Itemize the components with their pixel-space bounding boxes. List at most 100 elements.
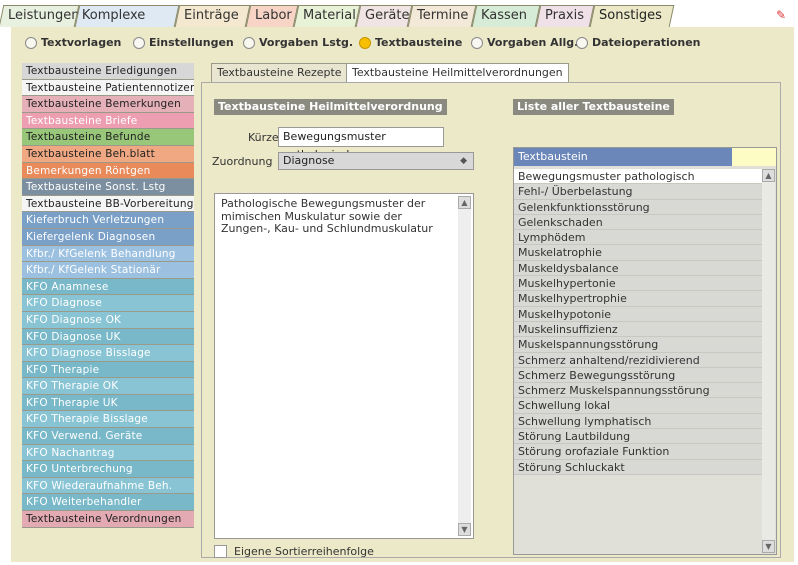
category-item[interactable]: KFO Therapie UK [22,394,194,412]
tab-termine[interactable]: Termine [407,5,477,27]
scroll-up-icon[interactable]: ▲ [458,196,471,209]
radio-bar: Textvorlagen Einstellungen Vorgaben Lstg. T… [11,27,794,59]
content-panel: Textbausteine Heilmittelverordnung Kürze… [201,82,781,558]
textbaustein-item[interactable]: Muskelinsuffizienz [514,321,762,338]
textbaustein-item[interactable]: Muskelhypotonie [514,306,762,322]
tab-komplexe-poa[interactable]: Komplexe POA [74,5,180,43]
radio-vorgaben-allg-[interactable]: Vorgaben Allg. [471,35,578,51]
tab-einträge[interactable]: Einträge [174,5,251,27]
list-section-title: Liste aller Textbausteine [513,99,674,115]
list-filter-input[interactable] [732,148,776,166]
scroll-down-icon[interactable]: ▼ [458,523,471,536]
radio-label: Textbausteine [375,36,463,49]
textbaustein-item[interactable]: Störung orofaziale Funktion [514,444,762,460]
textbaustein-item[interactable]: Lymphödem [514,230,762,246]
scroll-down-icon[interactable]: ▼ [762,540,775,553]
tab-praxis[interactable]: Praxis [535,5,595,27]
category-item[interactable]: Textbausteine Befunde [22,129,194,146]
category-item[interactable]: Kieferbruch Verletzungen [22,212,194,229]
category-item[interactable]: KFO Therapie OK [22,378,194,395]
tab-material[interactable]: Material [293,5,361,27]
text-body-area[interactable]: Pathologische Bewegungsmuster der mimisc… [214,193,474,539]
kuerzel-input[interactable]: Bewegungsmuster pathologisch [278,127,444,161]
category-item[interactable]: KFO Nachantrag [22,444,194,462]
category-item[interactable]: Textbausteine Bemerkungen [22,96,194,113]
category-item[interactable]: Kiefergelenk Diagnosen [22,228,194,246]
help-icon[interactable]: ✎? [776,6,796,41]
category-item[interactable]: KFO Diagnose UK [22,328,194,346]
textbaustein-item[interactable]: Schwellung lymphatisch [514,413,762,430]
category-item[interactable]: KFO Therapie [22,361,194,379]
key-icon: ✎ [776,8,787,22]
subtab-rezepte[interactable]: Textbausteine Rezepte [211,63,348,83]
textbaustein-list: Textbaustein Bewegungsmuster pathologisc… [513,147,777,555]
category-item[interactable]: Bemerkungen Röntgen [22,162,194,180]
tab-kassen[interactable]: Kassen [471,5,541,27]
category-item[interactable]: Textbausteine Beh.blatt [22,145,194,163]
custom-sort-label: Eigene Sortierreihenfolge [234,545,374,558]
radio-dot-icon [243,37,255,49]
category-item[interactable]: KFO Wiederaufnahme Beh. [22,477,194,495]
radio-dateioperationen[interactable]: Dateioperationen [576,35,701,51]
textbaustein-item[interactable]: Muskelhypertrophie [514,291,762,307]
chevron-updown-icon: ◆ [460,156,467,166]
tab-label: Termine [417,8,469,23]
category-item[interactable]: Textbausteine Patientennotizen [22,79,194,97]
textbaustein-item[interactable]: Störung Schluckakt [514,459,762,475]
radio-label: Textvorlagen [41,36,122,49]
tab-labor[interactable]: Labor [245,5,299,27]
custom-sort-checkbox[interactable] [214,545,227,558]
category-item[interactable]: KFO Diagnose Bisslage [22,345,194,362]
scroll-up-icon[interactable]: ▲ [762,169,775,182]
radio-vorgaben-lstg-[interactable]: Vorgaben Lstg. [243,35,353,51]
textbaustein-item[interactable]: Muskeldysbalance [514,260,762,277]
textbaustein-item[interactable]: Muskelhypertonie [514,276,762,292]
category-item[interactable]: Textbausteine Briefe [22,112,194,130]
category-item[interactable]: Kfbr./ KfGelenk Stationär [22,262,194,279]
editor-section-title: Textbausteine Heilmittelverordnung [214,99,447,115]
tab-sonstiges[interactable]: Sonstiges [589,5,675,27]
category-item[interactable]: KFO Verwend. Geräte [22,428,194,445]
textbaustein-item[interactable]: Muskelatrophie [514,245,762,261]
zuordnung-select[interactable]: Diagnose ◆ [278,152,474,170]
textbaustein-item[interactable]: Gelenkfunktionsstörung [514,199,762,215]
textbaustein-item[interactable]: Schmerz anhaltend/rezidivierend [514,352,762,368]
tab-leistungen[interactable]: Leistungen [0,5,79,27]
textbaustein-item[interactable]: Schwellung lokal [514,398,762,414]
list-items: Bewegungsmuster pathologisch Fehl-/ Überb… [514,169,762,475]
radio-dot-icon [471,37,483,49]
text-scrollbar[interactable]: ▲ ▼ [458,196,471,536]
textbaustein-item[interactable]: Schmerz Bewegungsstörung [514,367,762,384]
textbaustein-item[interactable]: Gelenkschaden [514,214,762,231]
radio-textbausteine[interactable]: Textbausteine [359,35,462,51]
category-item[interactable]: Textbausteine BB-Vorbereitung [22,195,194,213]
category-item[interactable]: KFO Unterbrechung [22,461,194,478]
category-item[interactable]: Textbausteine Verordnungen [22,511,194,528]
category-item[interactable]: Textbausteine Sonst. Lstg [22,179,194,196]
tab-label: Sonstiges [599,8,662,23]
category-item[interactable]: KFO Diagnose [22,295,194,312]
radio-label: Einstellungen [149,36,234,49]
tab-label: Material [303,8,356,23]
textbaustein-item[interactable]: Bewegungsmuster pathologisch [514,169,762,185]
radio-einstellungen[interactable]: Einstellungen [133,35,234,51]
category-item[interactable]: KFO Therapie Bisslage [22,411,194,429]
tab-geräte[interactable]: Geräte [355,5,413,27]
category-item[interactable]: Textbausteine Erledigungen [22,63,194,80]
category-item[interactable]: KFO Anamnese [22,278,194,296]
main-frame: Textvorlagen Einstellungen Vorgaben Lstg. T… [11,27,794,562]
zuordnung-label: Zuordnung [212,155,273,168]
top-tab-strip: LeistungenKomplexe POA Einträge Labor Mater… [0,0,798,43]
textbaustein-item[interactable]: Fehl-/ Überbelastung [514,184,762,200]
subtab-heilmittelverordnungen[interactable]: Textbausteine Heilmittelverordnungen [346,63,569,83]
tab-label: Geräte [365,8,410,23]
radio-textvorlagen[interactable]: Textvorlagen [25,35,121,51]
textbaustein-item[interactable]: Muskelspannungsstörung [514,337,762,353]
textbaustein-item[interactable]: Schmerz Muskelspannungsstörung [514,383,762,399]
category-item[interactable]: KFO Diagnose OK [22,311,194,329]
radio-dot-icon [25,37,37,49]
category-item[interactable]: KFO Weiterbehandler [22,494,194,512]
list-scrollbar[interactable]: ▲ ▼ [762,169,775,553]
category-item[interactable]: Kfbr./ KfGelenk Behandlung [22,245,194,263]
textbaustein-item[interactable]: Störung Lautbildung [514,429,762,445]
